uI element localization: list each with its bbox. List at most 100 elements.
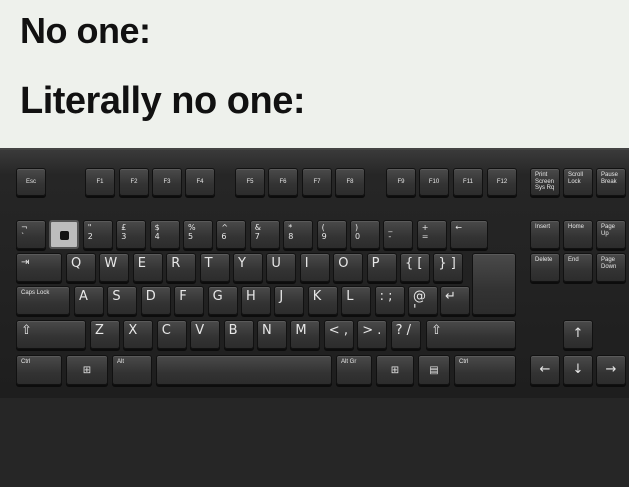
key-R[interactable]: R bbox=[166, 253, 197, 282]
key-G[interactable]: G bbox=[207, 286, 238, 315]
key-alt-gr[interactable]: Alt Gr bbox=[336, 355, 372, 385]
key-base-label: 6 bbox=[221, 231, 227, 241]
key-W[interactable]: W bbox=[99, 253, 130, 282]
key-f9[interactable]: F9 bbox=[386, 168, 416, 196]
key-f3[interactable]: F3 bbox=[152, 168, 182, 196]
key-B[interactable]: B bbox=[223, 320, 254, 349]
key-arrow-up[interactable]: ↑ bbox=[563, 320, 593, 349]
key-insert[interactable]: Insert bbox=[530, 220, 560, 249]
missing-key-1 bbox=[49, 220, 79, 249]
key-base-label: ` bbox=[21, 231, 25, 241]
key-home[interactable]: Home bbox=[563, 220, 593, 249]
key-M[interactable]: M bbox=[290, 320, 321, 349]
key-f1[interactable]: F1 bbox=[85, 168, 115, 196]
key-right-windows[interactable]: ⊞ bbox=[376, 355, 414, 385]
key-9[interactable]: (9 bbox=[316, 220, 347, 249]
key-arrow-down[interactable]: ↓ bbox=[563, 355, 593, 385]
key-tab[interactable]: ⇥ bbox=[16, 253, 62, 282]
key-C[interactable]: C bbox=[156, 320, 187, 349]
key-2[interactable]: " 2 bbox=[82, 220, 113, 249]
key-A[interactable]: A bbox=[74, 286, 104, 315]
key-caps-lock[interactable]: Caps Lock bbox=[16, 286, 70, 315]
key-8[interactable]: * 8 bbox=[283, 220, 314, 249]
key-f13[interactable]: Print Screen Sys Rq bbox=[530, 168, 560, 196]
key-F[interactable]: F bbox=[174, 286, 205, 315]
key-left-windows[interactable]: ⊞ bbox=[66, 355, 108, 385]
key-I[interactable]: I bbox=[299, 253, 330, 282]
key-spacebar[interactable] bbox=[156, 355, 332, 385]
key-esc[interactable]: Esc bbox=[16, 168, 46, 196]
key-base-label: ← bbox=[455, 223, 462, 232]
key-S[interactable]: S bbox=[107, 286, 138, 315]
key-base-label: = bbox=[421, 231, 429, 241]
key-: ;[interactable]: : ; bbox=[374, 286, 405, 315]
key-? /[interactable]: ? / bbox=[390, 320, 421, 349]
key-right-ctrl[interactable]: Ctrl bbox=[454, 355, 516, 385]
key-Z[interactable]: Z bbox=[90, 320, 120, 349]
key-U[interactable]: U bbox=[266, 253, 297, 282]
key-N[interactable]: N bbox=[257, 320, 287, 349]
key-E[interactable]: E bbox=[132, 253, 163, 282]
key-end[interactable]: End bbox=[563, 253, 593, 282]
key-right-shift[interactable]: ⇧ bbox=[426, 320, 516, 349]
key-f2[interactable]: F2 bbox=[119, 168, 149, 196]
key-left-shift[interactable]: ⇧ bbox=[16, 320, 86, 349]
key-7[interactable]: & 7 bbox=[249, 220, 280, 249]
key-> .[interactable]: > . bbox=[357, 320, 388, 349]
key-@ '[interactable]: @ ' bbox=[408, 286, 438, 315]
key-f8[interactable]: F8 bbox=[335, 168, 365, 196]
key-f7[interactable]: F7 bbox=[302, 168, 332, 196]
key-X[interactable]: X bbox=[123, 320, 154, 349]
key-menu[interactable]: ▤ bbox=[418, 355, 450, 385]
key-H[interactable]: H bbox=[241, 286, 271, 315]
key-O[interactable]: O bbox=[333, 253, 364, 282]
key-K[interactable]: K bbox=[307, 286, 338, 315]
key-delete[interactable]: Delete bbox=[530, 253, 560, 282]
key-arrow-right[interactable]: → bbox=[596, 355, 626, 385]
key-arrow-left[interactable]: ← bbox=[530, 355, 560, 385]
key-} ][interactable]: } ] bbox=[433, 253, 464, 282]
key-6[interactable]: ^ 6 bbox=[216, 220, 247, 249]
key-base-label: 4 bbox=[154, 231, 160, 241]
caption-line-2: Literally no one: bbox=[20, 80, 305, 122]
keyboard: Esc F1 F2 F3 F4 F5 F6 F7 F8 F9 F10 F11 F12 Print Scre… bbox=[0, 148, 629, 398]
key-page-down[interactable]: Page Down bbox=[596, 253, 626, 282]
key-0[interactable]: ) 0 bbox=[350, 220, 380, 249]
key-left-alt[interactable]: Alt bbox=[112, 355, 152, 385]
key-f11[interactable]: F11 bbox=[453, 168, 483, 196]
key-Q[interactable]: Q bbox=[66, 253, 96, 282]
key-J[interactable]: J bbox=[274, 286, 305, 315]
key-< ,[interactable]: < , bbox=[323, 320, 354, 349]
key-←[interactable]: ← bbox=[450, 220, 489, 249]
key-f6[interactable]: F6 bbox=[268, 168, 298, 196]
key-P[interactable]: P bbox=[366, 253, 397, 282]
key-shift-label: _ bbox=[388, 223, 393, 232]
key-Y[interactable]: Y bbox=[233, 253, 263, 282]
key-↵[interactable]: ↵ bbox=[440, 286, 470, 315]
key-=[interactable]: + = bbox=[416, 220, 447, 249]
key-D[interactable]: D bbox=[140, 286, 171, 315]
key-page-up[interactable]: Page Up bbox=[596, 220, 626, 249]
key-L[interactable]: L bbox=[341, 286, 372, 315]
key-switch-stem bbox=[60, 230, 69, 240]
key-5[interactable]: % 5 bbox=[183, 220, 213, 249]
key-V[interactable]: V bbox=[190, 320, 221, 349]
key--[interactable]: _ - bbox=[383, 220, 414, 249]
key-{ [[interactable]: { [ bbox=[400, 253, 430, 282]
key-base-label: 2 bbox=[87, 231, 93, 241]
key-f5[interactable]: F5 bbox=[235, 168, 265, 196]
key-left-ctrl[interactable]: Ctrl bbox=[16, 355, 62, 385]
key-f14[interactable]: Scroll Lock bbox=[563, 168, 593, 196]
key-f10[interactable]: F10 bbox=[419, 168, 449, 196]
key-f12[interactable]: F12 bbox=[487, 168, 517, 196]
key-f15[interactable]: Pause Break bbox=[596, 168, 626, 196]
key-T[interactable]: T bbox=[199, 253, 230, 282]
key-enter-upper[interactable] bbox=[472, 253, 516, 315]
caption-line-1: No one: bbox=[20, 10, 151, 51]
key-base-label: 9 bbox=[321, 231, 327, 241]
key-`[interactable]: ¬ ` bbox=[16, 220, 46, 249]
key-3[interactable]: £3 bbox=[116, 220, 147, 249]
key-base-label: 8 bbox=[288, 231, 294, 241]
key-f4[interactable]: F4 bbox=[185, 168, 215, 196]
key-4[interactable]: $4 bbox=[149, 220, 180, 249]
